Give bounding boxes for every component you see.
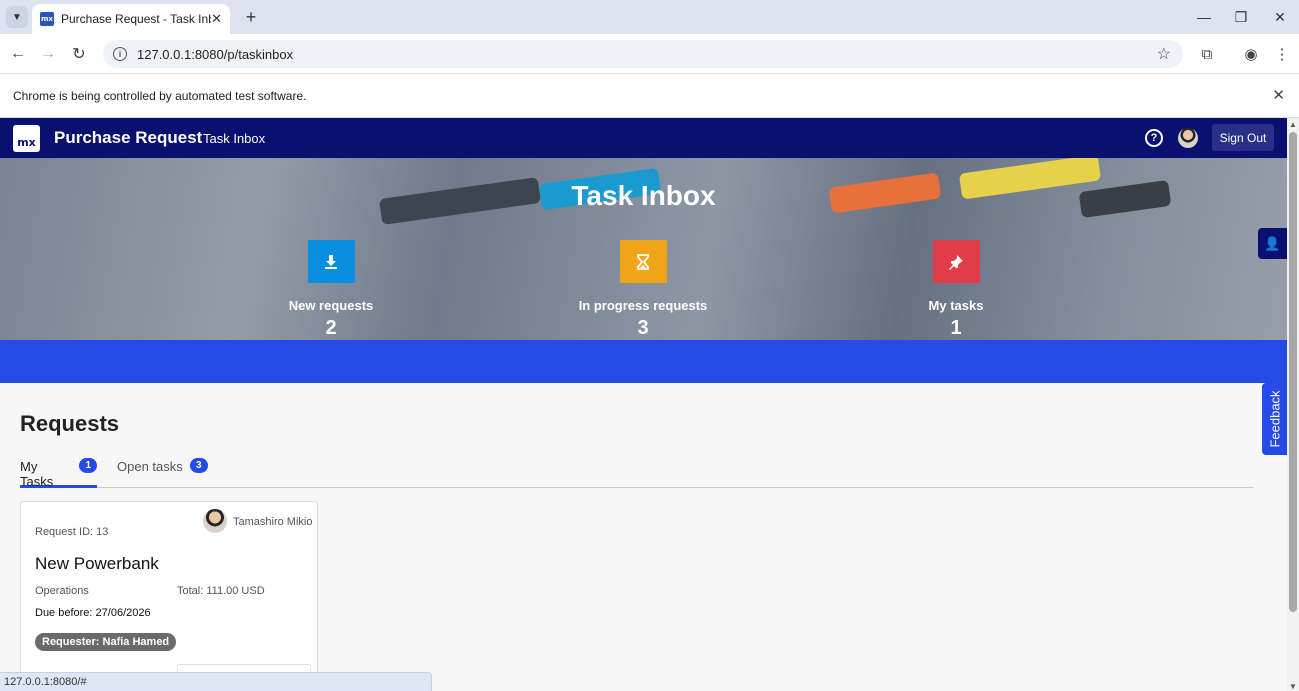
tab-open-tasks[interactable]: Open tasks 3 bbox=[117, 455, 208, 488]
request-card[interactable]: Tamashiro Mikio Request ID: 13 New Power… bbox=[20, 501, 318, 691]
pin-icon bbox=[932, 240, 980, 283]
infobar-close-icon[interactable]: ✕ bbox=[1272, 86, 1285, 104]
scroll-down-icon[interactable]: ▼ bbox=[1289, 682, 1297, 691]
stat-count: 3 bbox=[637, 317, 649, 339]
due-date: Due before: 27/06/2026 bbox=[35, 607, 151, 619]
tab-search-button[interactable]: ▼ bbox=[6, 6, 28, 28]
stat-label: New requests bbox=[288, 298, 374, 313]
app-title[interactable]: Purchase Request bbox=[54, 128, 202, 148]
browser-tab[interactable]: mx Purchase Request - Task Inbox ✕ bbox=[32, 4, 230, 34]
new-tab-icon[interactable]: + bbox=[240, 6, 262, 28]
url-text[interactable]: 127.0.0.1:8080/p/taskinbox bbox=[137, 47, 1157, 62]
back-icon[interactable]: ← bbox=[6, 42, 30, 66]
feedback-button[interactable]: Feedback bbox=[1262, 383, 1287, 455]
reload-icon[interactable]: ↻ bbox=[67, 42, 91, 66]
hero-band bbox=[0, 340, 1287, 383]
count-badge: 3 bbox=[189, 458, 208, 473]
request-title: New Powerbank bbox=[35, 554, 159, 573]
scroll-up-icon[interactable]: ▲ bbox=[1289, 120, 1297, 129]
assignee-name: Tamashiro Mikio bbox=[233, 516, 313, 528]
forward-icon[interactable]: → bbox=[36, 42, 60, 66]
hero-title: Task Inbox bbox=[571, 180, 716, 211]
browser-toolbar: ← → ↻ i 127.0.0.1:8080/p/taskinbox ☆ ⧉ ◉… bbox=[0, 34, 1299, 74]
download-icon bbox=[307, 240, 355, 283]
stat-label: In progress requests bbox=[578, 298, 708, 313]
requests-tabs: My Tasks 1 Open tasks 3 bbox=[20, 455, 1254, 489]
site-info-icon[interactable]: i bbox=[113, 47, 127, 61]
extensions-icon[interactable]: ⧉ bbox=[1195, 42, 1219, 66]
infobar-text: Chrome is being controlled by automated … bbox=[13, 89, 307, 103]
scroll-thumb[interactable] bbox=[1289, 132, 1297, 612]
browser-tabstrip: ▼ mx Purchase Request - Task Inbox ✕ + —… bbox=[0, 0, 1299, 34]
requester-badge: Requester: Nafia Hamed bbox=[35, 633, 177, 651]
tab-label: Open tasks bbox=[117, 459, 183, 474]
assignee-avatar bbox=[203, 509, 227, 533]
feedback-label: Feedback bbox=[1267, 390, 1282, 448]
requests-section: Requests My Tasks 1 Open tasks 3 Tamashi… bbox=[0, 383, 1287, 691]
window-close-icon[interactable]: ✕ bbox=[1262, 4, 1298, 30]
address-bar[interactable]: i 127.0.0.1:8080/p/taskinbox ☆ bbox=[103, 40, 1183, 68]
favicon-icon: mx bbox=[40, 12, 54, 26]
tab-label: My Tasks bbox=[20, 459, 54, 489]
stat-new-requests[interactable]: New requests 2 bbox=[231, 240, 431, 340]
app-logo[interactable]: mx bbox=[13, 125, 40, 152]
request-id: Request ID: 13 bbox=[35, 526, 109, 538]
status-bar: 127.0.0.1:8080/# bbox=[0, 672, 432, 691]
stat-my-tasks[interactable]: My tasks 1 bbox=[856, 240, 1056, 340]
tab-my-tasks[interactable]: My Tasks 1 bbox=[20, 455, 97, 489]
user-switch-icon[interactable]: 👤 bbox=[1258, 228, 1287, 259]
stat-count: 1 bbox=[950, 317, 962, 339]
restore-icon[interactable]: ❐ bbox=[1223, 4, 1259, 30]
sign-out-button[interactable]: Sign Out bbox=[1212, 124, 1274, 151]
menu-icon[interactable]: ⋮ bbox=[1270, 42, 1294, 66]
stat-in-progress-requests[interactable]: In progress requests 3 bbox=[543, 240, 743, 340]
total-amount: Total: 111.00 USD bbox=[177, 585, 265, 597]
department: Operations bbox=[35, 585, 89, 597]
tab-title: Purchase Request - Task Inbox bbox=[61, 12, 212, 26]
help-icon[interactable]: ? bbox=[1145, 129, 1163, 147]
minimize-icon[interactable]: — bbox=[1186, 4, 1222, 30]
app-header: mx Purchase Request Task Inbox ? Sign Ou… bbox=[0, 118, 1287, 158]
tab-close-icon[interactable]: ✕ bbox=[211, 11, 222, 27]
page-scrollbar[interactable]: ▲ ▼ bbox=[1287, 118, 1299, 691]
bookmark-star-icon[interactable]: ☆ bbox=[1157, 44, 1171, 64]
section-title: Requests bbox=[20, 411, 120, 436]
hero-banner: Task Inbox New requests 2 In progress re… bbox=[0, 158, 1287, 340]
user-avatar[interactable] bbox=[1178, 128, 1198, 148]
page-subtitle: Task Inbox bbox=[203, 131, 266, 146]
stat-count: 2 bbox=[325, 317, 337, 339]
automation-infobar: Chrome is being controlled by automated … bbox=[0, 74, 1299, 118]
profile-icon[interactable]: ◉ bbox=[1239, 42, 1263, 66]
hourglass-icon bbox=[619, 240, 667, 283]
count-badge: 1 bbox=[79, 458, 97, 473]
stat-label: My tasks bbox=[928, 298, 984, 313]
